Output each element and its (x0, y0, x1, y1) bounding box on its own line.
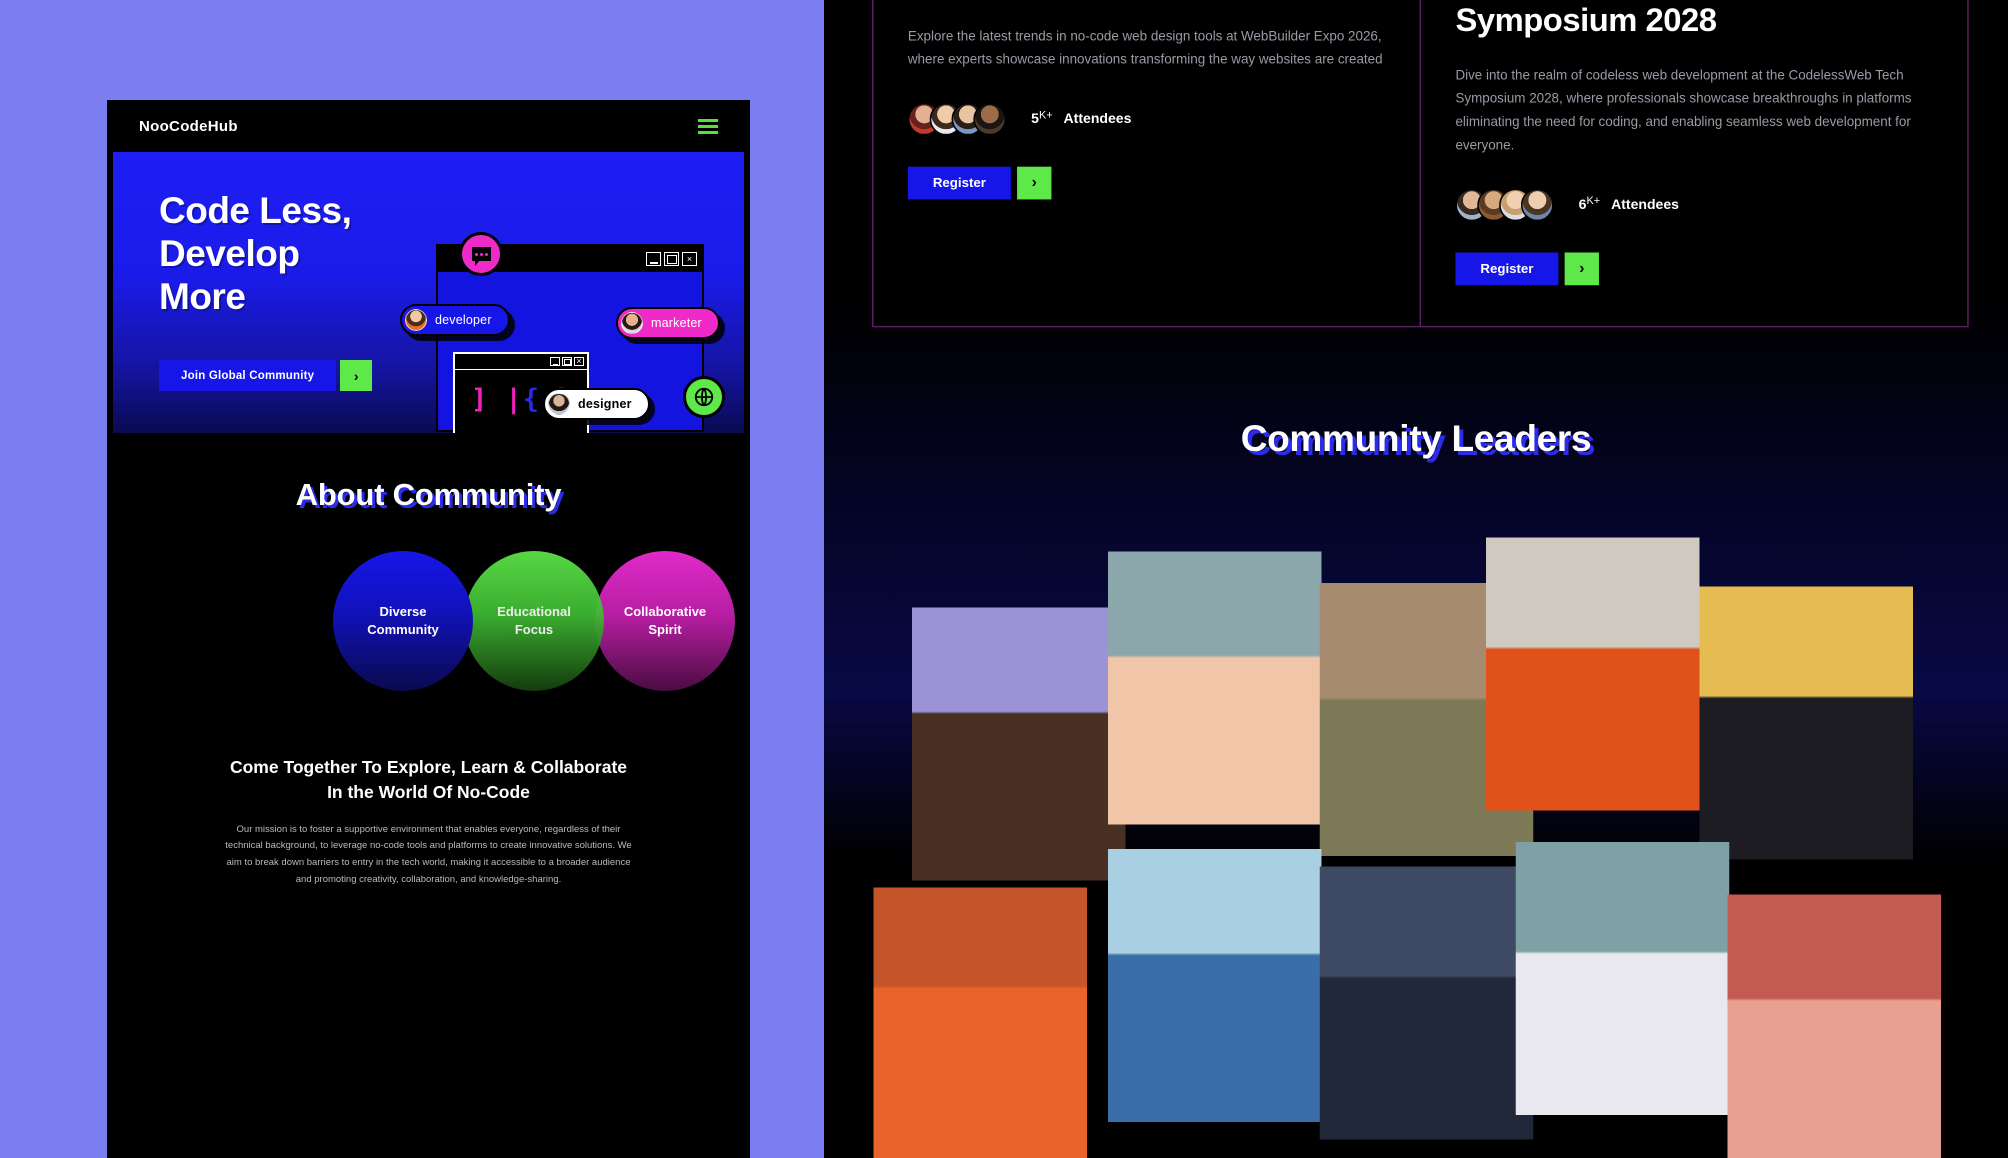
venn-label-line-1: Collaborative (623, 604, 707, 620)
cta-arrow-icon[interactable]: › (340, 360, 373, 391)
leader-photo-1[interactable] (912, 607, 1126, 881)
role-pill-marketer[interactable]: marketer (616, 307, 720, 339)
window-minimize-icon[interactable] (646, 252, 661, 266)
avatar (1520, 187, 1554, 221)
venn-circle-collaborative-spirit[interactable]: Collaborative Spirit (595, 551, 735, 691)
event-description: Dive into the realm of codeless web deve… (1455, 66, 1912, 153)
community-leaders-heading: Community Leaders (1240, 418, 1592, 459)
events-cards-row: WebBuilder Expo 2026 Explore the latest … (872, 0, 1969, 327)
event-attendees: 5K+ Attendees (907, 102, 1385, 136)
avatar (405, 309, 427, 331)
venn-label-line-2: Focus (514, 622, 554, 637)
venn-circle-educational-focus[interactable]: Educational Focus (464, 551, 604, 691)
about-heading: About Community (295, 477, 562, 512)
avatar-stack (907, 102, 1007, 136)
event-title: WebBuilder Expo 2026 (908, 0, 1385, 3)
leader-photo-10[interactable] (1727, 894, 1941, 1158)
event-attendees: 6K+ Attendees (1455, 187, 1932, 221)
avatar (621, 312, 643, 334)
avatar (973, 102, 1007, 136)
attendees-text: 6K+ Attendees (1579, 197, 1679, 213)
left-preview-panel: NooCodeHub Code Less, Develop More Join … (107, 100, 750, 1158)
role-pill-label: marketer (651, 316, 702, 330)
register-button[interactable]: Register (1455, 251, 1559, 285)
register-arrow-icon[interactable]: › (1017, 166, 1052, 200)
code-bracket-glyph: ] | (471, 384, 523, 415)
attendees-count: 6 (1578, 196, 1587, 213)
hamburger-menu-icon[interactable] (698, 118, 718, 134)
leader-photo-9[interactable] (1515, 842, 1730, 1115)
event-title: CodelessWeb Tech Symposium 2028 (1455, 2, 1717, 39)
event-card-codelessweb-symposium: CodelessWeb Tech Symposium 2028 Dive int… (1421, 0, 1968, 326)
venn-label-line-1: Educational (497, 604, 571, 620)
hero-title: Code Less, Develop More (159, 190, 352, 319)
attendees-count: 5 (1031, 111, 1039, 127)
hero-section: Code Less, Develop More Join Global Comm… (113, 152, 744, 433)
hero-title-line-1: Code Less, (159, 190, 352, 231)
about-mission-text: Our mission is to foster a supportive en… (225, 823, 632, 885)
venn-diagram: Diverse Community Educational Focus Coll… (107, 551, 750, 729)
attendees-unit: K+ (1038, 111, 1053, 122)
leader-photo-4[interactable] (1486, 537, 1700, 811)
attendees-text: 5K+ Attendees (1031, 111, 1131, 127)
register-arrow-icon[interactable]: › (1564, 251, 1599, 285)
leader-photo-8[interactable] (1319, 866, 1534, 1140)
attendees-unit: K+ (1586, 196, 1601, 208)
right-preview-panel: WebBuilder Expo 2026 Explore the latest … (824, 0, 2008, 1158)
site-logo[interactable]: NooCodeHub (139, 118, 238, 135)
hero-title-line-2: Develop (159, 232, 300, 274)
join-global-community-button[interactable]: Join Global Community (159, 360, 337, 391)
hero-cta: Join Global Community › (159, 360, 373, 391)
event-register-row: Register › (1455, 251, 1932, 285)
chat-bubble-icon[interactable] (459, 232, 503, 276)
attendees-label: Attendees (1063, 111, 1132, 127)
code-window-close-icon[interactable]: × (574, 357, 584, 366)
navbar: NooCodeHub (107, 100, 750, 152)
role-pill-label: developer (435, 313, 492, 327)
venn-label-line-2: Community (367, 622, 439, 637)
hero-title-line-3: More (159, 275, 246, 317)
venn-label-line-2: Spirit (648, 622, 682, 637)
code-window-titlebar: × (455, 354, 587, 370)
code-window-maximize-icon[interactable] (562, 357, 572, 366)
window-close-icon[interactable]: × (682, 252, 697, 266)
role-pill-developer[interactable]: developer (400, 304, 510, 336)
event-card-webbuilder-expo: WebBuilder Expo 2026 Explore the latest … (873, 0, 1422, 326)
role-pill-designer[interactable]: designer (543, 388, 650, 420)
about-tagline-line-2: In the World Of No-Code (327, 782, 530, 803)
role-pill-label: designer (578, 397, 632, 411)
event-description: Explore the latest trends in no-code web… (907, 27, 1383, 67)
about-tagline: Come Together To Explore, Learn & Collab… (107, 729, 750, 806)
avatar-stack (1455, 187, 1554, 221)
leader-photo-6[interactable] (873, 887, 1087, 1158)
about-community-section: About Community Diverse Community Educat… (107, 433, 750, 888)
leader-photo-7[interactable] (1108, 849, 1322, 1122)
about-tagline-line-1: Come Together To Explore, Learn & Collab… (229, 757, 628, 777)
attendees-label: Attendees (1611, 196, 1679, 213)
community-leaders-grid (842, 478, 2008, 1158)
leader-photo-5[interactable] (1699, 586, 1913, 860)
leader-photo-2[interactable] (1108, 551, 1322, 825)
event-register-row: Register › (907, 166, 1385, 200)
window-maximize-icon[interactable] (664, 252, 679, 266)
avatar (548, 393, 570, 415)
globe-icon[interactable] (683, 376, 725, 418)
register-button[interactable]: Register (907, 166, 1011, 200)
venn-label-line-1: Diverse (379, 604, 427, 620)
code-window-minimize-icon[interactable] (550, 357, 560, 366)
venn-circle-diverse-community[interactable]: Diverse Community (333, 551, 473, 691)
